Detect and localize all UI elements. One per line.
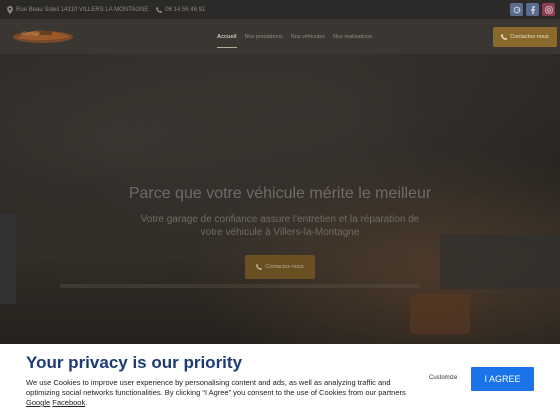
- google-privacy-link[interactable]: Google: [26, 398, 50, 407]
- hero-section: Parce que votre véhicule mérite le meill…: [0, 54, 560, 344]
- google-social-button[interactable]: [510, 3, 523, 16]
- phone-text: 06 14 56 46 91: [165, 6, 206, 13]
- facebook-privacy-link[interactable]: Facebook: [52, 398, 85, 407]
- nav-item-realisations[interactable]: Nos réalisations: [333, 34, 372, 40]
- contact-button[interactable]: Contactez-nous: [493, 27, 557, 47]
- phone-icon: [501, 34, 508, 40]
- phone-icon: [256, 264, 263, 270]
- nav-menu: Accueil Nos prestations Nos véhicules No…: [217, 19, 372, 54]
- facebook-social-button[interactable]: [526, 3, 539, 16]
- map-pin-icon: [7, 5, 13, 14]
- cookie-title: Your privacy is our priority: [26, 353, 243, 372]
- facebook-icon: [530, 5, 535, 14]
- nav-item-prestations[interactable]: Nos prestations: [245, 34, 283, 40]
- phone-link[interactable]: 06 14 56 46 91: [156, 6, 206, 13]
- google-icon: [513, 6, 520, 13]
- main-navigation: Garage Accueil Nos prestations Nos véhic…: [0, 19, 560, 54]
- cookie-text-body: We use Cookies to improve user experienc…: [26, 378, 406, 397]
- agree-button[interactable]: I AGREE: [471, 367, 534, 391]
- phone-icon: [156, 6, 163, 13]
- instagram-icon: [544, 5, 553, 14]
- address-text: Rue Beau Soleil 14310 VILLERS LA MONTAGN…: [16, 6, 149, 13]
- contact-button-label: Contactez-nous: [510, 34, 549, 40]
- cookie-text-end: .: [85, 398, 88, 407]
- logo-text: Garage: [22, 31, 41, 37]
- nav-item-accueil[interactable]: Accueil: [217, 34, 237, 48]
- instagram-social-button[interactable]: [542, 3, 555, 16]
- customize-button[interactable]: Customize: [429, 375, 457, 381]
- hero-title: Parce que votre véhicule mérite le meill…: [128, 185, 432, 202]
- hero-contact-button[interactable]: Contactez-nous: [245, 255, 315, 279]
- nav-item-vehicules[interactable]: Nos véhicules: [291, 34, 325, 40]
- garage-logo[interactable]: Garage: [8, 25, 78, 47]
- hero-contact-button-label: Contactez-nous: [265, 264, 304, 270]
- cookie-text: We use Cookies to improve user experienc…: [26, 378, 406, 408]
- social-links: [510, 3, 555, 16]
- cookie-banner: Your privacy is our priority We use Cook…: [0, 344, 560, 420]
- hero-subtitle: Votre garage de confiance assure l'entre…: [140, 214, 420, 238]
- top-bar: Rue Beau Soleil 14310 VILLERS LA MONTAGN…: [0, 0, 560, 19]
